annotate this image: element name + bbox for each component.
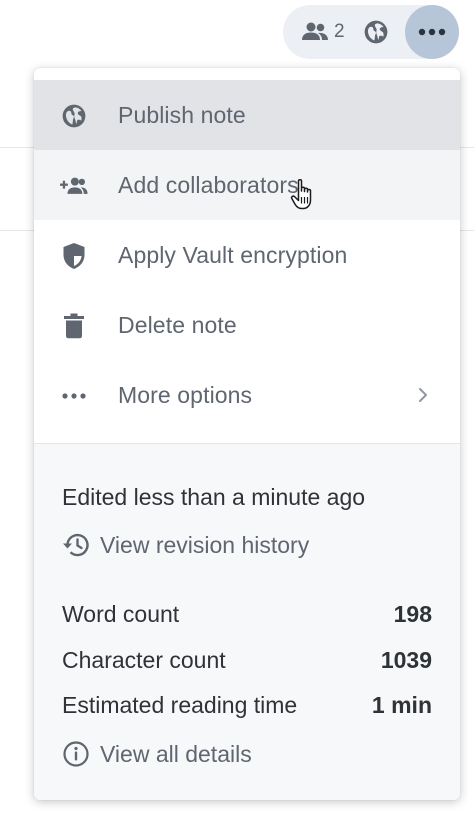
menu-item-more-options[interactable]: More options xyxy=(34,360,460,430)
stat-value: 198 xyxy=(393,600,432,627)
stat-label: Character count xyxy=(62,646,226,673)
stat-value: 1 min xyxy=(371,691,432,718)
menu-item-label: Apply Vault encryption xyxy=(118,242,348,268)
stat-value: 1039 xyxy=(380,646,432,673)
collaborators-count: 2 xyxy=(334,21,345,42)
globe-icon xyxy=(364,20,388,44)
stat-label: Word count xyxy=(62,600,180,627)
shield-icon xyxy=(60,242,88,270)
view-revision-history-label: View revision history xyxy=(100,531,310,558)
stat-row-character-count: Character count 1039 xyxy=(62,645,432,675)
menu-item-add-collaborators[interactable]: Add collaborators xyxy=(34,150,460,220)
collaborators-button[interactable]: 2 xyxy=(301,19,345,45)
menu-item-label: Publish note xyxy=(118,102,246,128)
menu-item-publish-note[interactable]: Publish note xyxy=(34,80,460,150)
menu-item-label: Add collaborators xyxy=(118,172,299,198)
more-horizontal-icon xyxy=(60,382,88,410)
view-revision-history-link[interactable]: View revision history xyxy=(62,530,309,560)
trash-icon xyxy=(60,312,88,340)
note-details-panel: Edited less than a minute ago View revis… xyxy=(34,444,460,800)
edited-timestamp: Edited less than a minute ago xyxy=(62,484,366,510)
globe-icon xyxy=(60,102,88,130)
note-options-menu: Publish note Add collaborators Apply Vau… xyxy=(34,68,460,800)
menu-item-label: More options xyxy=(118,382,253,408)
stat-label: Estimated reading time xyxy=(62,691,298,718)
note-toolbar: 2 xyxy=(283,5,459,59)
publish-globe-button[interactable] xyxy=(363,19,389,45)
stat-row-word-count: Word count 198 xyxy=(62,599,432,629)
stat-row-reading-time: Estimated reading time 1 min xyxy=(62,690,432,720)
chevron-right-icon xyxy=(414,386,432,404)
more-horizontal-icon xyxy=(418,28,446,36)
view-all-details-link[interactable]: View all details xyxy=(62,739,252,769)
view-all-details-label: View all details xyxy=(100,740,252,767)
more-button[interactable] xyxy=(405,5,459,59)
add-person-icon xyxy=(60,172,88,200)
menu-item-delete-note[interactable]: Delete note xyxy=(34,290,460,360)
menu-item-apply-vault-encryption[interactable]: Apply Vault encryption xyxy=(34,220,460,290)
people-icon xyxy=(302,22,328,40)
history-icon xyxy=(63,533,89,557)
info-icon xyxy=(63,741,89,767)
menu-item-label: Delete note xyxy=(118,312,237,338)
